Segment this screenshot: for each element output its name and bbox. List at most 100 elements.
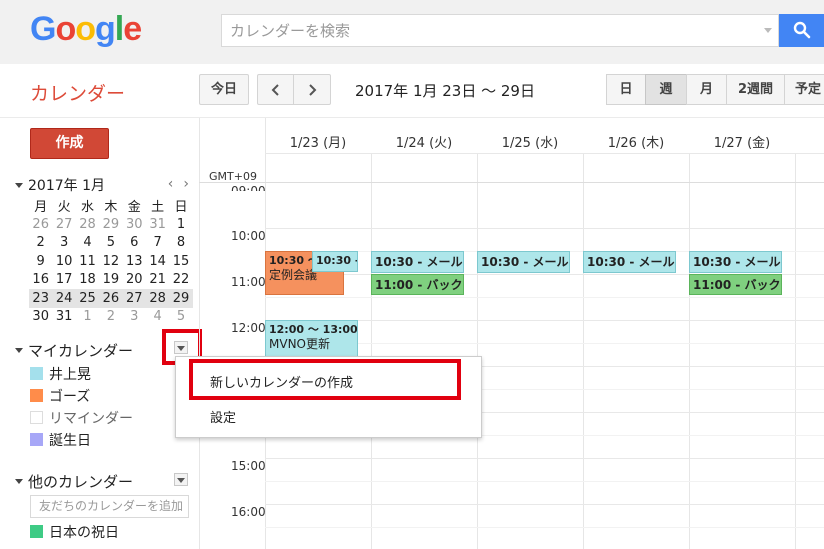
event-block[interactable]: 10:30 - メールチェック [689, 251, 782, 273]
mini-day[interactable]: 4 [76, 234, 99, 253]
google-logo[interactable]: Google [30, 10, 142, 49]
mini-day[interactable]: 28 [145, 289, 170, 308]
chevron-left-icon [271, 84, 279, 96]
my-calendars-header[interactable]: マイカレンダー [15, 340, 133, 360]
app-title[interactable]: カレンダー [30, 79, 125, 106]
day-header[interactable]: 1/26 (木) [583, 132, 689, 151]
mini-day[interactable]: 24 [52, 289, 76, 308]
mini-day[interactable]: 4 [146, 308, 169, 327]
mini-calendar-title[interactable]: 2017年 1月 [28, 178, 105, 194]
chevron-right-icon[interactable]: › [183, 176, 189, 192]
event-block[interactable]: 11:00 - バックアップ [371, 274, 464, 295]
mini-day[interactable]: 29 [99, 215, 122, 234]
day-header[interactable]: 1/24 (火) [371, 132, 477, 151]
mini-day[interactable]: 15 [169, 252, 192, 271]
day-header[interactable]: 1/27 (金) [689, 132, 795, 151]
mini-day[interactable]: 26 [99, 289, 123, 308]
event-block[interactable]: 11:00 - バックアップ [689, 274, 782, 295]
add-friend-calendar-input[interactable]: 友だちのカレンダーを追加 [30, 495, 189, 518]
mini-day[interactable]: 5 [99, 234, 122, 253]
mini-day[interactable]: 12 [99, 252, 122, 271]
mini-day[interactable]: 2 [99, 308, 122, 327]
mini-day[interactable]: 22 [169, 271, 192, 290]
search-box [221, 14, 779, 47]
collapse-triangle-icon[interactable] [15, 479, 23, 484]
event-block[interactable]: 10:30 - メールチェック [477, 251, 570, 273]
mini-day[interactable]: 17 [52, 271, 75, 290]
calendar-item[interactable]: 井上晃 [30, 364, 91, 383]
mini-day[interactable]: 31 [52, 308, 75, 327]
calendar-color-swatch[interactable] [30, 389, 43, 402]
other-calendars-menu-button[interactable] [174, 473, 188, 486]
mini-day[interactable]: 1 [76, 308, 99, 327]
mini-day[interactable]: 13 [123, 252, 146, 271]
mini-day[interactable]: 27 [52, 215, 75, 234]
mini-day[interactable]: 23 [29, 289, 53, 308]
mini-day[interactable]: 1 [169, 215, 192, 234]
mini-day[interactable]: 3 [52, 234, 75, 253]
time-label: 12:00 [231, 321, 266, 335]
search-icon [793, 21, 811, 39]
view-two-week-button[interactable]: 2週間 [726, 74, 785, 105]
calendar-color-swatch[interactable] [30, 367, 43, 380]
event-block[interactable]: 10:30 - メールチェック [583, 251, 676, 273]
day-header[interactable]: 1/25 (水) [477, 132, 583, 151]
weekday-label: 金 [127, 200, 141, 215]
mini-day[interactable]: 31 [146, 215, 169, 234]
mini-day[interactable]: 8 [169, 234, 192, 253]
create-button[interactable]: 作成 [30, 128, 109, 159]
calendar-item[interactable]: ゴーズ [30, 386, 90, 405]
mini-day[interactable]: 25 [75, 289, 100, 308]
event-block[interactable]: 10:30 - [312, 251, 358, 272]
mini-day[interactable]: 3 [123, 308, 146, 327]
mini-day[interactable]: 30 [123, 215, 146, 234]
search-button[interactable] [779, 14, 824, 47]
mini-day[interactable]: 11 [76, 252, 99, 271]
mini-day[interactable]: 28 [76, 215, 99, 234]
mini-day[interactable]: 26 [29, 215, 52, 234]
view-agenda-button[interactable]: 予定 [784, 74, 824, 105]
half-hour-line [265, 297, 824, 298]
calendar-item[interactable]: 日本の祝日 [30, 522, 119, 541]
mini-day[interactable]: 2 [29, 234, 52, 253]
search-input[interactable] [222, 15, 778, 46]
today-button[interactable]: 今日 [199, 74, 249, 105]
mini-day[interactable]: 30 [29, 308, 52, 327]
mini-day[interactable]: 29 [169, 289, 193, 308]
mini-day[interactable]: 9 [29, 252, 52, 271]
mini-day[interactable]: 27 [122, 289, 146, 308]
prev-week-button[interactable] [257, 74, 294, 105]
day-header[interactable]: 1/23 (月) [265, 132, 371, 151]
view-day-button[interactable]: 日 [606, 74, 646, 105]
chevron-left-icon[interactable]: ‹ [168, 176, 174, 192]
mini-day[interactable]: 19 [99, 271, 122, 290]
event-block[interactable]: 10:30 - メールチェック [371, 251, 464, 273]
view-month-button[interactable]: 月 [686, 74, 727, 105]
mini-day[interactable]: 6 [123, 234, 146, 253]
hour-line [265, 504, 824, 505]
calendar-color-swatch[interactable] [30, 433, 43, 446]
mini-day[interactable]: 5 [169, 308, 192, 327]
collapse-triangle-icon[interactable] [15, 182, 23, 188]
mini-calendar-header: 2017年 1月 ‹ › [15, 175, 195, 194]
mini-day[interactable]: 18 [76, 271, 99, 290]
mini-day[interactable]: 14 [146, 252, 169, 271]
other-calendars-title[interactable]: 他のカレンダー [28, 473, 133, 491]
mini-day[interactable]: 16 [29, 271, 52, 290]
next-week-button[interactable] [294, 74, 331, 105]
mini-day[interactable]: 21 [146, 271, 169, 290]
calendar-color-swatch[interactable] [30, 411, 43, 424]
mini-day[interactable]: 7 [146, 234, 169, 253]
calendar-color-swatch[interactable] [30, 525, 43, 538]
calendar-item[interactable]: リマインダー [30, 408, 133, 427]
view-week-button[interactable]: 週 [645, 74, 687, 105]
my-calendars-title[interactable]: マイカレンダー [28, 342, 133, 360]
calendar-item[interactable]: 誕生日 [30, 430, 91, 449]
mini-day[interactable]: 10 [52, 252, 75, 271]
mini-day[interactable]: 20 [123, 271, 146, 290]
other-calendars-header[interactable]: 他のカレンダー [15, 471, 133, 491]
collapse-triangle-icon[interactable] [15, 348, 23, 353]
menu-item-settings[interactable]: 設定 [210, 407, 236, 426]
event-time: 10:30 - [316, 254, 358, 267]
search-options-dropdown-icon[interactable] [764, 28, 772, 33]
